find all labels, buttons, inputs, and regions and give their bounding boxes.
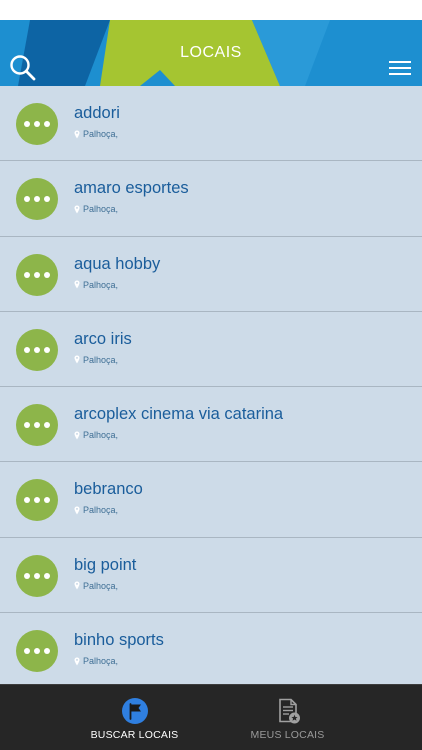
dot-icon — [34, 271, 40, 278]
more-options-button[interactable] — [16, 479, 58, 522]
dot-icon — [34, 648, 40, 655]
location-pin-icon — [74, 581, 80, 590]
dot-icon — [34, 497, 40, 504]
place-city: Palhoça, — [83, 354, 119, 365]
place-location: Palhoça, — [74, 430, 118, 440]
menu-button[interactable] — [388, 58, 412, 78]
list-item[interactable]: arco iris Palhoça, — [0, 312, 422, 388]
place-location: Palhoça, — [74, 505, 118, 515]
dot-icon — [44, 497, 50, 504]
place-city: Palhoça, — [83, 656, 119, 667]
flag-icon — [121, 698, 148, 724]
place-city: Palhoça, — [83, 505, 119, 516]
dot-icon — [24, 121, 30, 127]
tab-meus-locais[interactable]: MEUS LOCAIS — [182, 685, 393, 750]
dot-icon — [24, 422, 30, 429]
place-name: amaro esportes — [74, 179, 189, 198]
place-city: Palhoça, — [83, 129, 119, 139]
more-options-button[interactable] — [16, 554, 58, 597]
place-location: Palhoça, — [74, 204, 118, 214]
dot-icon — [24, 572, 30, 579]
status-bar — [0, 0, 422, 20]
place-location: Palhoça, — [74, 581, 118, 591]
location-pin-icon — [74, 205, 80, 214]
dot-icon — [34, 121, 40, 127]
location-pin-icon — [74, 506, 80, 515]
app-header: LOCAIS — [0, 20, 422, 86]
hamburger-menu-icon — [389, 61, 411, 75]
place-city: Palhoça, — [83, 204, 119, 215]
dot-icon — [24, 497, 30, 504]
dot-icon — [44, 346, 50, 353]
place-city: Palhoça, — [83, 430, 119, 441]
dot-icon — [24, 346, 30, 353]
place-name: arco iris — [74, 329, 132, 348]
place-name: addori — [74, 104, 120, 122]
places-list[interactable]: addori Palhoça, amaro esportes Palhoça, … — [0, 86, 422, 684]
page-title: LOCAIS — [180, 44, 242, 61]
dot-icon — [34, 196, 40, 203]
dot-icon — [44, 422, 50, 429]
list-item[interactable]: arcoplex cinema via catarina Palhoça, — [0, 387, 422, 463]
dot-icon — [24, 196, 30, 203]
location-pin-icon — [74, 130, 80, 138]
place-city: Palhoça, — [83, 279, 119, 290]
list-item[interactable]: amaro esportes Palhoça, — [0, 161, 422, 237]
dot-icon — [34, 422, 40, 429]
document-star-icon — [278, 698, 300, 724]
dot-icon — [34, 572, 40, 579]
list-item[interactable]: aqua hobby Palhoça, — [0, 237, 422, 312]
place-city: Palhoça, — [83, 580, 119, 591]
more-options-button[interactable] — [16, 253, 58, 296]
list-item[interactable]: addori Palhoça, — [0, 86, 422, 162]
location-pin-icon — [74, 657, 80, 666]
dot-icon — [44, 121, 50, 127]
dot-icon — [24, 271, 30, 278]
more-options-button[interactable] — [16, 404, 58, 447]
list-item[interactable]: big point Palhoça, — [0, 538, 422, 614]
place-location: Palhoça, — [74, 656, 118, 666]
dot-icon — [34, 346, 40, 353]
more-options-button[interactable] — [16, 630, 58, 673]
location-pin-icon — [74, 355, 80, 364]
list-item[interactable]: bebranco Palhoça, — [0, 462, 422, 538]
place-name: bebranco — [74, 480, 143, 499]
place-location: Palhoça, — [74, 280, 118, 290]
more-options-button[interactable] — [16, 103, 58, 145]
place-name: binho sports — [74, 631, 164, 650]
tab-label: MEUS LOCAIS — [250, 729, 325, 741]
dot-icon — [44, 572, 50, 579]
list-item[interactable]: binho sports Palhoça, — [0, 613, 422, 684]
place-name: arcoplex cinema via catarina — [74, 405, 284, 424]
more-options-button[interactable] — [16, 328, 58, 371]
location-pin-icon — [74, 280, 80, 289]
bottom-tab-bar: BUSCAR LOCAIS MEUS LOCAIS — [0, 684, 422, 750]
dot-icon — [24, 648, 30, 655]
dot-icon — [44, 648, 50, 655]
more-options-button[interactable] — [16, 178, 58, 221]
dot-icon — [44, 271, 50, 278]
place-name: aqua hobby — [74, 254, 161, 273]
place-name: big point — [74, 555, 137, 574]
location-pin-icon — [74, 431, 80, 440]
dot-icon — [44, 196, 50, 203]
place-location: Palhoça, — [74, 355, 118, 365]
place-location: Palhoça, — [74, 129, 118, 139]
